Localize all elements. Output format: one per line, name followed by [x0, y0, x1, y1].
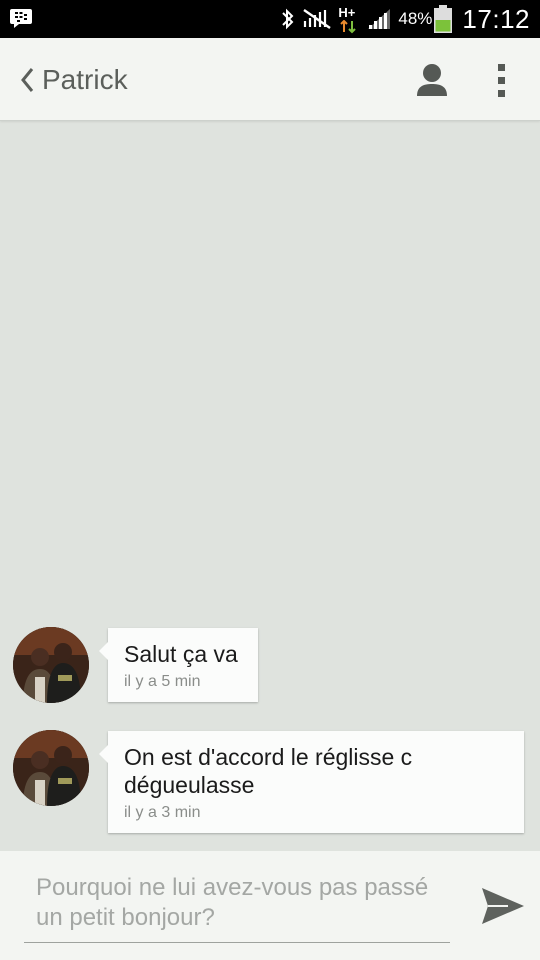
message-bubble[interactable]: Salut ça va il y a 5 min [99, 628, 258, 702]
message-bubble[interactable]: On est d'accord le réglisse c dégueulass… [99, 731, 524, 833]
bbm-icon [10, 9, 32, 28]
status-bar: H+ 48% 17:12 [0, 0, 540, 38]
bluetooth-icon [282, 8, 294, 30]
back-button[interactable]: Patrick [18, 60, 128, 100]
message-timestamp: il y a 5 min [124, 673, 201, 690]
composer-bar: Pourquoi ne lui avez-vous pas passé un p… [0, 851, 540, 960]
battery-icon [434, 5, 453, 33]
send-icon[interactable] [480, 884, 526, 928]
message-input[interactable]: Pourquoi ne lui avez-vous pas passé un p… [24, 873, 450, 943]
app-bar: Patrick [0, 38, 540, 121]
back-chevron-icon [21, 68, 34, 92]
message-list[interactable]: Salut ça va il y a 5 min On est d'accord… [0, 121, 540, 851]
contact-person-icon[interactable] [412, 60, 452, 100]
battery-percent: 48% [398, 9, 433, 28]
clock: 17:12 [462, 3, 530, 34]
overflow-menu-icon[interactable] [488, 60, 516, 100]
contact-avatar[interactable] [13, 627, 89, 703]
h-plus-data-icon: H+ [338, 3, 360, 35]
contact-avatar[interactable] [13, 730, 89, 806]
network-type-label: H+ [338, 5, 356, 20]
message-text: On est d'accord le réglisse c dégueulass… [124, 744, 413, 798]
message-timestamp: il y a 3 min [124, 804, 201, 821]
message-text: Salut ça va [124, 641, 238, 667]
contact-name: Patrick [42, 64, 128, 95]
signal-icon [368, 9, 391, 29]
avatar-photo [13, 627, 89, 703]
no-signal-icon [303, 9, 332, 29]
avatar-photo [13, 730, 89, 806]
